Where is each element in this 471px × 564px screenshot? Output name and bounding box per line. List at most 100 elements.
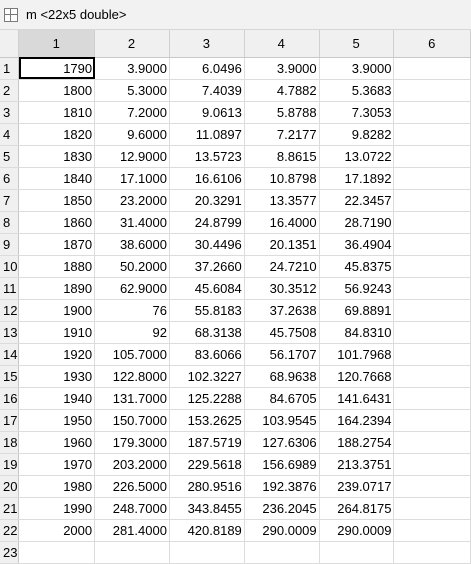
- table-cell[interactable]: 20.1351: [244, 233, 320, 256]
- table-cell[interactable]: 125.2288: [169, 387, 245, 410]
- table-cell[interactable]: 68.3138: [169, 321, 245, 344]
- row-header-22[interactable]: 22: [0, 519, 20, 542]
- table-cell[interactable]: [393, 497, 471, 520]
- table-cell[interactable]: [393, 343, 471, 366]
- table-cell[interactable]: 150.7000: [94, 409, 170, 432]
- table-cell[interactable]: 1840: [18, 167, 96, 190]
- row-header-6[interactable]: 6: [0, 167, 20, 190]
- table-cell[interactable]: 1970: [18, 453, 96, 476]
- table-cell[interactable]: [393, 299, 471, 322]
- table-cell[interactable]: 16.6106: [169, 167, 245, 190]
- table-cell[interactable]: [169, 541, 245, 564]
- table-cell[interactable]: 84.8310: [319, 321, 395, 344]
- table-cell[interactable]: 1960: [18, 431, 96, 454]
- table-cell[interactable]: [393, 519, 471, 542]
- table-cell[interactable]: 1910: [18, 321, 96, 344]
- table-cell[interactable]: [393, 453, 471, 476]
- table-cell[interactable]: 192.3876: [244, 475, 320, 498]
- table-cell[interactable]: 7.3053: [319, 101, 395, 124]
- row-header-15[interactable]: 15: [0, 365, 20, 388]
- table-cell[interactable]: 17.1000: [94, 167, 170, 190]
- table-cell[interactable]: 38.6000: [94, 233, 170, 256]
- table-cell[interactable]: 229.5618: [169, 453, 245, 476]
- table-cell[interactable]: [393, 189, 471, 212]
- table-cell[interactable]: 1800: [18, 79, 96, 102]
- table-cell[interactable]: 6.0496: [169, 57, 245, 80]
- column-header-1[interactable]: 1: [18, 30, 96, 58]
- row-header-1[interactable]: 1: [0, 57, 20, 80]
- table-cell[interactable]: 9.6000: [94, 123, 170, 146]
- table-cell[interactable]: [393, 409, 471, 432]
- table-cell[interactable]: 22.3457: [319, 189, 395, 212]
- row-header-18[interactable]: 18: [0, 431, 20, 454]
- table-cell[interactable]: [18, 541, 96, 564]
- table-cell[interactable]: 4.7882: [244, 79, 320, 102]
- table-cell[interactable]: 83.6066: [169, 343, 245, 366]
- table-cell[interactable]: 1940: [18, 387, 96, 410]
- table-cell[interactable]: 17.1892: [319, 167, 395, 190]
- table-cell[interactable]: 5.8788: [244, 101, 320, 124]
- table-cell[interactable]: 45.6084: [169, 277, 245, 300]
- table-cell[interactable]: 76: [94, 299, 170, 322]
- table-cell[interactable]: [393, 475, 471, 498]
- table-cell[interactable]: 56.9243: [319, 277, 395, 300]
- table-cell[interactable]: 62.9000: [94, 277, 170, 300]
- table-cell[interactable]: 248.7000: [94, 497, 170, 520]
- row-header-13[interactable]: 13: [0, 321, 20, 344]
- table-cell[interactable]: 92: [94, 321, 170, 344]
- table-cell[interactable]: 236.2045: [244, 497, 320, 520]
- table-cell[interactable]: 226.5000: [94, 475, 170, 498]
- row-header-11[interactable]: 11: [0, 277, 20, 300]
- table-cell[interactable]: 1920: [18, 343, 96, 366]
- row-header-20[interactable]: 20: [0, 475, 20, 498]
- table-cell[interactable]: 16.4000: [244, 211, 320, 234]
- table-cell[interactable]: [393, 233, 471, 256]
- table-cell[interactable]: 203.2000: [94, 453, 170, 476]
- table-cell[interactable]: 156.6989: [244, 453, 320, 476]
- row-header-7[interactable]: 7: [0, 189, 20, 212]
- corner-cell[interactable]: [0, 30, 20, 58]
- table-cell[interactable]: 1810: [18, 101, 96, 124]
- table-cell[interactable]: [393, 255, 471, 278]
- row-header-12[interactable]: 12: [0, 299, 20, 322]
- table-cell[interactable]: [393, 277, 471, 300]
- table-cell[interactable]: 13.0722: [319, 145, 395, 168]
- table-cell[interactable]: 69.8891: [319, 299, 395, 322]
- row-header-5[interactable]: 5: [0, 145, 20, 168]
- table-cell[interactable]: [393, 387, 471, 410]
- table-cell[interactable]: 13.3577: [244, 189, 320, 212]
- column-header-3[interactable]: 3: [169, 30, 245, 58]
- table-cell[interactable]: 420.8189: [169, 519, 245, 542]
- row-header-4[interactable]: 4: [0, 123, 20, 146]
- row-header-9[interactable]: 9: [0, 233, 20, 256]
- table-cell[interactable]: 5.3683: [319, 79, 395, 102]
- table-cell[interactable]: 264.8175: [319, 497, 395, 520]
- table-cell[interactable]: 20.3291: [169, 189, 245, 212]
- table-cell[interactable]: 36.4904: [319, 233, 395, 256]
- table-cell[interactable]: [393, 57, 471, 80]
- table-cell[interactable]: 50.2000: [94, 255, 170, 278]
- column-header-5[interactable]: 5: [319, 30, 395, 58]
- table-cell[interactable]: 37.2638: [244, 299, 320, 322]
- table-cell[interactable]: 5.3000: [94, 79, 170, 102]
- table-cell[interactable]: 55.8183: [169, 299, 245, 322]
- table-cell[interactable]: 188.2754: [319, 431, 395, 454]
- table-cell[interactable]: 1880: [18, 255, 96, 278]
- table-cell[interactable]: 56.1707: [244, 343, 320, 366]
- table-cell[interactable]: 105.7000: [94, 343, 170, 366]
- table-cell[interactable]: 153.2625: [169, 409, 245, 432]
- row-header-8[interactable]: 8: [0, 211, 20, 234]
- row-header-2[interactable]: 2: [0, 79, 20, 102]
- table-cell[interactable]: 1900: [18, 299, 96, 322]
- table-cell[interactable]: 280.9516: [169, 475, 245, 498]
- table-cell[interactable]: 1820: [18, 123, 96, 146]
- table-cell[interactable]: 7.2177: [244, 123, 320, 146]
- table-cell[interactable]: 281.4000: [94, 519, 170, 542]
- table-cell[interactable]: 23.2000: [94, 189, 170, 212]
- table-cell[interactable]: 1990: [18, 497, 96, 520]
- table-cell[interactable]: 28.7190: [319, 211, 395, 234]
- table-cell[interactable]: 68.9638: [244, 365, 320, 388]
- table-cell[interactable]: 120.7668: [319, 365, 395, 388]
- table-cell[interactable]: 1850: [18, 189, 96, 212]
- table-cell[interactable]: [393, 211, 471, 234]
